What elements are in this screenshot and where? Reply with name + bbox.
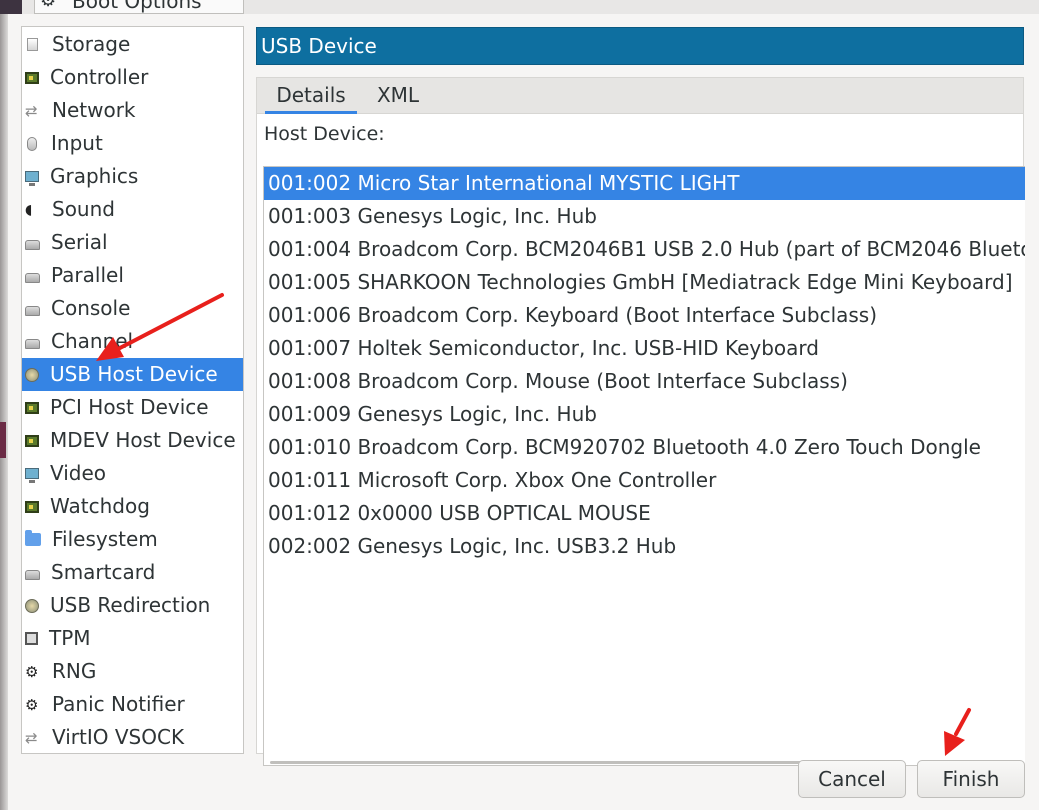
device-row[interactable]: 001:008 Broadcom Corp. Mouse (Boot Inter…: [264, 365, 1025, 398]
sidebar-item-label: USB Redirection: [50, 593, 211, 617]
sidebar-item-mdev-host-device[interactable]: MDEV Host Device: [22, 424, 243, 457]
serial-icon: [25, 305, 40, 316]
sidebar-item-label: PCI Host Device: [50, 395, 209, 419]
sidebar-item-label: Storage: [52, 32, 131, 56]
sidebar-item-network[interactable]: ⇄ Network: [22, 94, 243, 127]
finish-button[interactable]: Finish: [917, 760, 1025, 798]
sidebar-item-label: Panic Notifier: [52, 692, 185, 716]
add-hardware-dialog: Storage Controller ⇄ Network Input Graphics ◖ S…: [8, 14, 1033, 810]
device-row[interactable]: 001:003 Genesys Logic, Inc. Hub: [264, 200, 1025, 233]
sidebar-item-channel[interactable]: Channel: [22, 325, 243, 358]
sidebar-item-rng[interactable]: ⚙ RNG: [22, 655, 243, 688]
sidebar-item-label: Filesystem: [52, 527, 158, 551]
tab-bar: Details XML: [256, 77, 1024, 114]
cancel-button[interactable]: Cancel: [798, 760, 906, 798]
background-window: ⚙ Boot Options: [0, 0, 1039, 14]
background-accent: [0, 422, 6, 458]
sidebar-item-input[interactable]: Input: [22, 127, 243, 160]
sidebar-item-label: Video: [50, 461, 107, 485]
sidebar-item-smartcard[interactable]: Smartcard: [22, 556, 243, 589]
gear-icon: ⚙: [40, 0, 57, 11]
sidebar-item-console[interactable]: Console: [22, 292, 243, 325]
device-row[interactable]: 001:012 0x0000 USB OPTICAL MOUSE: [264, 497, 1025, 530]
sidebar-item-usb-redirection[interactable]: USB Redirection: [22, 589, 243, 622]
hardware-type-list[interactable]: Storage Controller ⇄ Network Input Graphics ◖ S…: [21, 26, 244, 754]
device-row[interactable]: 001:010 Broadcom Corp. BCM920702 Bluetoo…: [264, 431, 1025, 464]
sidebar-item-graphics[interactable]: Graphics: [22, 160, 243, 193]
serial-icon: [25, 569, 40, 580]
sidebar-item-watchdog[interactable]: Watchdog: [22, 490, 243, 523]
storage-icon: [27, 38, 38, 51]
sidebar-item-serial[interactable]: Serial: [22, 226, 243, 259]
tab-details[interactable]: Details: [265, 78, 357, 114]
serial-icon: [25, 338, 40, 349]
monitor-icon: [25, 468, 39, 483]
page-header: USB Device: [256, 27, 1024, 65]
tab-xml[interactable]: XML: [365, 78, 431, 114]
sound-icon: ◖: [25, 201, 33, 218]
sidebar-item-controller[interactable]: Controller: [22, 61, 243, 94]
sidebar-item-label: Console: [51, 296, 131, 320]
sidebar-item-tpm[interactable]: TPM: [22, 622, 243, 655]
page-title: USB Device: [261, 34, 377, 58]
sidebar-item-label: Watchdog: [50, 494, 150, 518]
chip-icon: [25, 632, 38, 645]
device-row[interactable]: 001:004 Broadcom Corp. BCM2046B1 USB 2.0…: [264, 233, 1025, 266]
board-icon: [25, 71, 39, 84]
sidebar-item-label: VirtIO VSOCK: [52, 725, 185, 749]
sidebar-item-label: Serial: [51, 230, 108, 254]
sidebar-item-storage[interactable]: Storage: [22, 28, 243, 61]
sidebar-item-label: Graphics: [50, 164, 139, 188]
board-icon: [25, 434, 39, 447]
sidebar-item-parallel[interactable]: Parallel: [22, 259, 243, 292]
usb-icon: [25, 598, 39, 613]
background-boot-options-label: Boot Options: [72, 0, 202, 13]
device-row[interactable]: 002:002 Genesys Logic, Inc. USB3.2 Hub: [264, 530, 1025, 563]
board-icon: [25, 401, 39, 414]
device-row[interactable]: 001:009 Genesys Logic, Inc. Hub: [264, 398, 1025, 431]
sidebar-item-label: MDEV Host Device: [50, 428, 236, 452]
sidebar-item-sound[interactable]: ◖ Sound: [22, 193, 243, 226]
sidebar-item-usb-host-device[interactable]: USB Host Device: [22, 358, 243, 391]
details-panel: Details XML Host Device: 001:002 Micro S…: [256, 77, 1025, 766]
gear-icon: ⚙: [25, 662, 39, 681]
usb-icon: [25, 367, 39, 382]
device-row[interactable]: 001:006 Broadcom Corp. Keyboard (Boot In…: [264, 299, 1025, 332]
board-icon: [25, 500, 39, 513]
sidebar-item-video[interactable]: Video: [22, 457, 243, 490]
host-device-list[interactable]: 001:002 Micro Star International MYSTIC …: [263, 166, 1025, 766]
sidebar-item-label: Parallel: [51, 263, 124, 287]
sidebar-item-label: Channel: [51, 329, 134, 353]
host-device-label: Host Device:: [264, 123, 385, 145]
sidebar-item-label: Network: [52, 98, 136, 122]
sidebar-item-panic-notifier[interactable]: ⚙ Panic Notifier: [22, 688, 243, 721]
arrows-icon: ⇄: [25, 101, 38, 120]
monitor-icon: [25, 171, 39, 186]
gear-icon: ⚙: [25, 695, 39, 714]
sidebar-item-pci-host-device[interactable]: PCI Host Device: [22, 391, 243, 424]
arrows-icon: ⇄: [25, 728, 38, 747]
sidebar-item-label: Smartcard: [51, 560, 156, 584]
serial-icon: [25, 239, 40, 250]
mouse-icon: [27, 136, 37, 151]
serial-icon: [25, 272, 40, 283]
background-window-edge: [0, 0, 22, 14]
folder-icon: [25, 530, 41, 546]
sidebar-item-filesystem[interactable]: Filesystem: [22, 523, 243, 556]
device-row[interactable]: 001:005 SHARKOON Technologies GmbH [Medi…: [264, 266, 1025, 299]
horizontal-scrollbar[interactable]: [270, 761, 890, 764]
sidebar-item-label: RNG: [52, 659, 97, 683]
sidebar-item-virtio-vsock[interactable]: ⇄ VirtIO VSOCK: [22, 721, 243, 754]
window-shadow: [0, 14, 8, 810]
device-row[interactable]: 001:007 Holtek Semiconductor, Inc. USB-H…: [264, 332, 1025, 365]
device-row[interactable]: 001:011 Microsoft Corp. Xbox One Control…: [264, 464, 1025, 497]
device-row[interactable]: 001:002 Micro Star International MYSTIC …: [264, 167, 1025, 200]
sidebar-item-label: Controller: [50, 65, 149, 89]
sidebar-item-label: Input: [51, 131, 103, 155]
sidebar-item-label: TPM: [49, 626, 91, 650]
sidebar-item-label: Sound: [52, 197, 115, 221]
details-page: Host Device: 001:002 Micro Star Internat…: [256, 114, 1025, 766]
sidebar-item-label: USB Host Device: [50, 362, 218, 386]
